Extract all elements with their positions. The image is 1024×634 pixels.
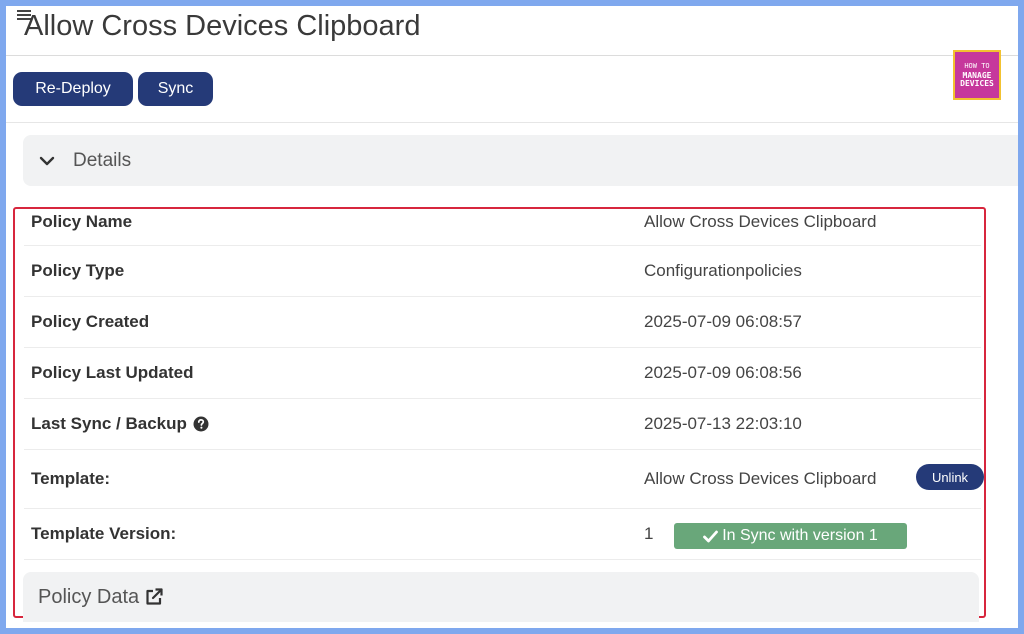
row-label: Last Sync / Backup — [31, 399, 209, 449]
policy-data-section-header[interactable]: Policy Data — [23, 572, 979, 622]
external-link-icon[interactable] — [144, 587, 164, 607]
row-value: 1 — [644, 524, 654, 543]
toolbar-divider — [6, 122, 1018, 123]
row-label: Template: — [31, 469, 111, 488]
detail-row-template-version: Template Version: 1 In Sync with version… — [24, 509, 981, 560]
sync-button[interactable]: Sync — [138, 72, 213, 106]
row-value: 2025-07-09 06:08:57 — [644, 312, 802, 331]
sync-status-badge: In Sync with version 1 — [674, 523, 907, 549]
detail-row-last-sync: Last Sync / Backup 2025-07-13 22:03:10 — [24, 399, 981, 450]
row-label-text: Last Sync / Backup — [31, 414, 187, 433]
detail-row-policy-name: Policy Name Allow Cross Devices Clipboar… — [24, 199, 981, 246]
page-title: Allow Cross Devices Clipboard — [24, 10, 421, 42]
redeploy-button[interactable]: Re-Deploy — [13, 72, 133, 106]
policy-data-label: Policy Data — [38, 585, 140, 608]
row-label: Policy Created — [31, 312, 150, 331]
detail-row-template: Template: Allow Cross Devices Clipboard … — [24, 450, 984, 509]
row-value: 2025-07-09 06:08:56 — [644, 363, 802, 382]
row-label: Template Version: — [31, 524, 177, 543]
detail-row-policy-last-updated: Policy Last Updated 2025-07-09 06:08:56 — [24, 348, 981, 399]
row-value: Allow Cross Devices Clipboard — [644, 469, 877, 488]
chevron-down-icon — [39, 156, 55, 165]
check-icon — [703, 530, 719, 542]
row-label: Policy Type — [31, 261, 125, 280]
row-value: Allow Cross Devices Clipboard — [644, 212, 877, 231]
question-circle-icon[interactable] — [193, 416, 209, 432]
row-label: Policy Last Updated — [31, 363, 194, 382]
unlink-button[interactable]: Unlink — [916, 464, 984, 490]
brand-logo: HOW TO MANAGE DEVICES — [953, 50, 1001, 100]
detail-row-policy-created: Policy Created 2025-07-09 06:08:57 — [24, 297, 981, 348]
title-divider — [6, 55, 1018, 56]
sync-status-text: In Sync with version 1 — [722, 527, 878, 544]
app-window: Allow Cross Devices Clipboard Re-Deploy … — [6, 6, 1018, 628]
row-value: 2025-07-13 22:03:10 — [644, 414, 802, 433]
detail-row-policy-type: Policy Type Configurationpolicies — [24, 246, 981, 297]
row-value: Configurationpolicies — [644, 261, 802, 280]
logo-line-1: HOW TO — [964, 61, 990, 70]
row-label: Policy Name — [31, 212, 133, 231]
logo-line-3: DEVICES — [960, 78, 994, 88]
details-label: Details — [73, 149, 132, 171]
details-section-header[interactable]: Details — [23, 135, 1018, 186]
